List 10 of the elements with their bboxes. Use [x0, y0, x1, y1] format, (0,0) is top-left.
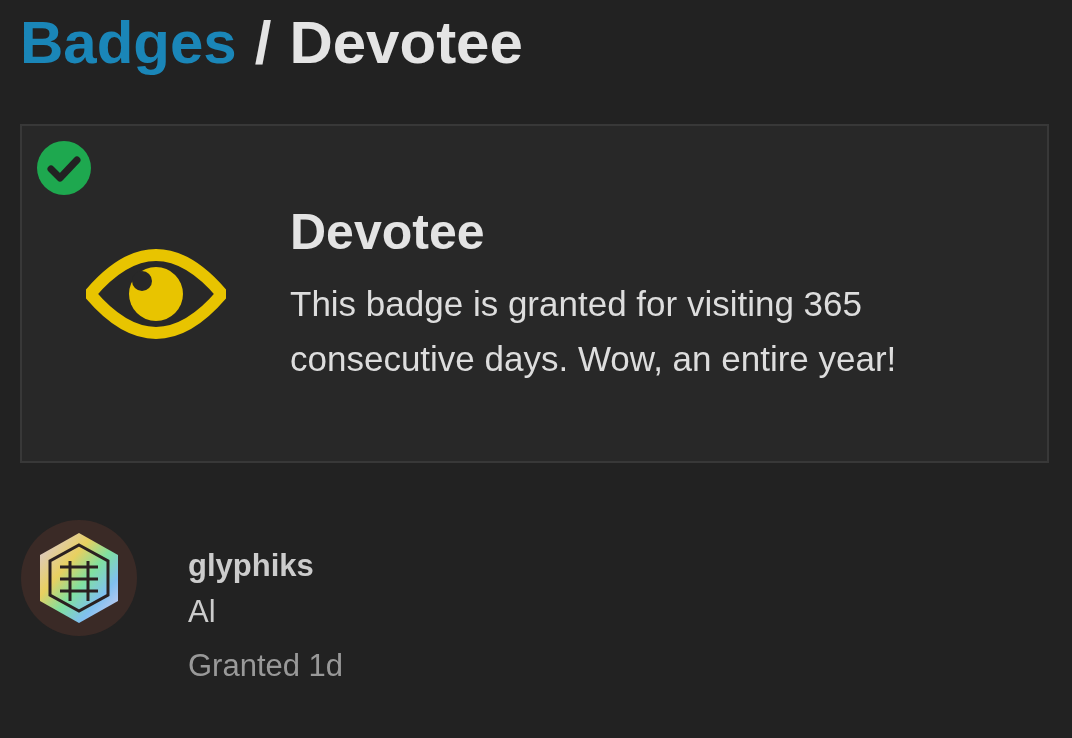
- breadcrumb-link[interactable]: Badges: [20, 8, 237, 78]
- breadcrumb-separator: /: [254, 8, 272, 78]
- user-title: Al: [188, 593, 217, 631]
- badge-description: This badge is granted for visiting 365 consecutive days. Wow, an entire year!: [290, 282, 898, 380]
- granted-time: Granted 1d: [188, 647, 344, 685]
- eye-icon: [86, 247, 226, 340]
- page-title: Devotee: [289, 8, 523, 78]
- avatar-icon: [20, 519, 138, 637]
- username: glyphiks: [188, 547, 315, 585]
- badge-title: Devotee: [290, 202, 486, 262]
